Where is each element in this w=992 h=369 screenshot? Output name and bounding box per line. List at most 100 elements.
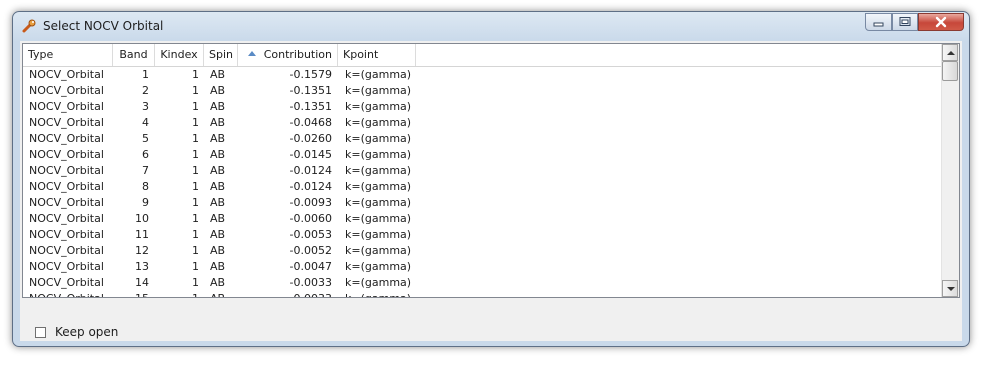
cell-type: NOCV_Orbital bbox=[29, 196, 104, 209]
cell-type: NOCV_Orbital bbox=[29, 180, 104, 193]
cell-spin: AB bbox=[210, 228, 226, 241]
title-bar[interactable]: Select NOCV Orbital bbox=[13, 12, 969, 40]
cell-spin: AB bbox=[210, 68, 226, 81]
table-row[interactable]: NOCV_Orbital 3 1 AB -0.1351 k=(gamma) bbox=[23, 99, 947, 115]
cell-kpoint: k=(gamma) bbox=[345, 164, 412, 177]
cell-spin: AB bbox=[210, 196, 226, 209]
cell-kindex: 1 bbox=[192, 116, 199, 129]
table-row[interactable]: NOCV_Orbital 5 1 AB -0.0260 k=(gamma) bbox=[23, 131, 947, 147]
table-row[interactable]: NOCV_Orbital 2 1 AB -0.1351 k=(gamma) bbox=[23, 83, 947, 99]
column-header-type[interactable]: Type bbox=[23, 44, 113, 66]
cell-spin: AB bbox=[210, 148, 226, 161]
cell-contribution: -0.0060 bbox=[289, 212, 332, 225]
cell-kpoint: k=(gamma) bbox=[345, 196, 412, 209]
cell-contribution: -0.0033 bbox=[289, 276, 332, 289]
column-header-band[interactable]: Band bbox=[113, 44, 155, 66]
cell-band: 6 bbox=[142, 148, 149, 161]
scrollbar-thumb[interactable] bbox=[942, 61, 958, 81]
cell-band: 14 bbox=[135, 276, 149, 289]
cell-kpoint: k=(gamma) bbox=[345, 100, 412, 113]
table-row[interactable]: NOCV_Orbital 4 1 AB -0.0468 k=(gamma) bbox=[23, 115, 947, 131]
list-header: Type Band Kindex Spin Contribution Kpoin… bbox=[23, 44, 947, 67]
cell-spin: AB bbox=[210, 260, 226, 273]
cell-contribution: -0.0468 bbox=[289, 116, 332, 129]
table-row[interactable]: NOCV_Orbital 9 1 AB -0.0093 k=(gamma) bbox=[23, 195, 947, 211]
cell-band: 11 bbox=[135, 228, 149, 241]
cell-kpoint: k=(gamma) bbox=[345, 228, 412, 241]
maximize-button[interactable] bbox=[892, 13, 918, 31]
cell-spin: AB bbox=[210, 84, 226, 97]
cell-kpoint: k=(gamma) bbox=[345, 212, 412, 225]
orbital-list[interactable]: Type Band Kindex Spin Contribution Kpoin… bbox=[22, 43, 960, 298]
cell-kpoint: k=(gamma) bbox=[345, 84, 412, 97]
scroll-down-button[interactable] bbox=[942, 280, 958, 297]
column-header-kindex[interactable]: Kindex bbox=[155, 44, 204, 66]
cell-spin: AB bbox=[210, 100, 226, 113]
cell-kpoint: k=(gamma) bbox=[345, 260, 412, 273]
minimize-icon bbox=[873, 22, 884, 27]
table-row[interactable]: NOCV_Orbital 6 1 AB -0.0145 k=(gamma) bbox=[23, 147, 947, 163]
vertical-scrollbar[interactable] bbox=[941, 44, 959, 297]
cell-kpoint: k=(gamma) bbox=[345, 244, 412, 257]
cell-type: NOCV_Orbital bbox=[29, 212, 104, 225]
window-title: Select NOCV Orbital bbox=[43, 19, 164, 33]
cell-kpoint: k=(gamma) bbox=[345, 291, 411, 297]
cell-type: NOCV_Orbital bbox=[29, 164, 104, 177]
cell-band: 7 bbox=[142, 164, 149, 177]
table-row[interactable]: NOCV_Orbital 15 1 AB -0.0033 k=(gamma) bbox=[23, 291, 947, 297]
cell-kpoint: k=(gamma) bbox=[345, 148, 412, 161]
cell-type: NOCV_Orbital bbox=[29, 68, 104, 81]
cell-spin: AB bbox=[210, 291, 225, 297]
cell-contribution: -0.0093 bbox=[289, 196, 332, 209]
cell-spin: AB bbox=[210, 180, 226, 193]
cell-kindex: 1 bbox=[192, 276, 199, 289]
cell-contribution: -0.0052 bbox=[289, 244, 332, 257]
keep-open-label: Keep open bbox=[55, 325, 119, 339]
cell-kindex: 1 bbox=[192, 148, 199, 161]
cell-contribution: -0.0047 bbox=[289, 260, 332, 273]
column-header-kpoint[interactable]: Kpoint bbox=[338, 44, 416, 66]
table-row[interactable]: NOCV_Orbital 13 1 AB -0.0047 k=(gamma) bbox=[23, 259, 947, 275]
table-row[interactable]: NOCV_Orbital 8 1 AB -0.0124 k=(gamma) bbox=[23, 179, 947, 195]
cell-type: NOCV_Orbital bbox=[29, 100, 104, 113]
cell-kindex: 1 bbox=[192, 84, 199, 97]
maximize-icon bbox=[899, 17, 911, 26]
table-row[interactable]: NOCV_Orbital 12 1 AB -0.0052 k=(gamma) bbox=[23, 243, 947, 259]
minimize-button[interactable] bbox=[865, 13, 892, 31]
cell-kpoint: k=(gamma) bbox=[345, 68, 412, 81]
cell-type: NOCV_Orbital bbox=[29, 276, 104, 289]
cell-kindex: 1 bbox=[192, 68, 199, 81]
cell-type: NOCV_Orbital bbox=[29, 84, 104, 97]
table-row[interactable]: NOCV_Orbital 10 1 AB -0.0060 k=(gamma) bbox=[23, 211, 947, 227]
scroll-up-arrow-icon bbox=[947, 51, 955, 55]
cell-type: NOCV_Orbital bbox=[29, 148, 104, 161]
cell-contribution: -0.0145 bbox=[289, 148, 332, 161]
table-row[interactable]: NOCV_Orbital 7 1 AB -0.0124 k=(gamma) bbox=[23, 163, 947, 179]
keep-open-checkbox[interactable] bbox=[35, 327, 46, 338]
cell-spin: AB bbox=[210, 116, 226, 129]
table-row[interactable]: NOCV_Orbital 11 1 AB -0.0053 k=(gamma) bbox=[23, 227, 947, 243]
cell-band: 8 bbox=[142, 180, 149, 193]
cell-band: 3 bbox=[142, 100, 149, 113]
cell-spin: AB bbox=[210, 212, 226, 225]
cell-kpoint: k=(gamma) bbox=[345, 180, 412, 193]
cell-type: NOCV_Orbital bbox=[29, 132, 104, 145]
cell-contribution: -0.0124 bbox=[289, 180, 332, 193]
cell-type: NOCV_Orbital bbox=[29, 116, 104, 129]
cell-kpoint: k=(gamma) bbox=[345, 116, 412, 129]
cell-kindex: 1 bbox=[192, 132, 199, 145]
cell-type: NOCV_Orbital bbox=[29, 260, 104, 273]
cell-kpoint: k=(gamma) bbox=[345, 132, 412, 145]
cell-band: 1 bbox=[142, 68, 149, 81]
wrench-icon bbox=[21, 18, 37, 34]
scroll-up-button[interactable] bbox=[942, 44, 958, 61]
cell-band: 10 bbox=[135, 212, 149, 225]
cell-contribution: -0.0033 bbox=[237, 291, 332, 297]
cell-contribution: -0.1351 bbox=[289, 100, 332, 113]
column-header-spin[interactable]: Spin bbox=[204, 44, 238, 66]
cell-kindex: 1 bbox=[192, 164, 199, 177]
close-button[interactable] bbox=[918, 13, 964, 31]
table-row[interactable]: NOCV_Orbital 1 1 AB -0.1579 k=(gamma) bbox=[23, 67, 947, 83]
table-row[interactable]: NOCV_Orbital 14 1 AB -0.0033 k=(gamma) bbox=[23, 275, 947, 291]
cell-band: 5 bbox=[142, 132, 149, 145]
